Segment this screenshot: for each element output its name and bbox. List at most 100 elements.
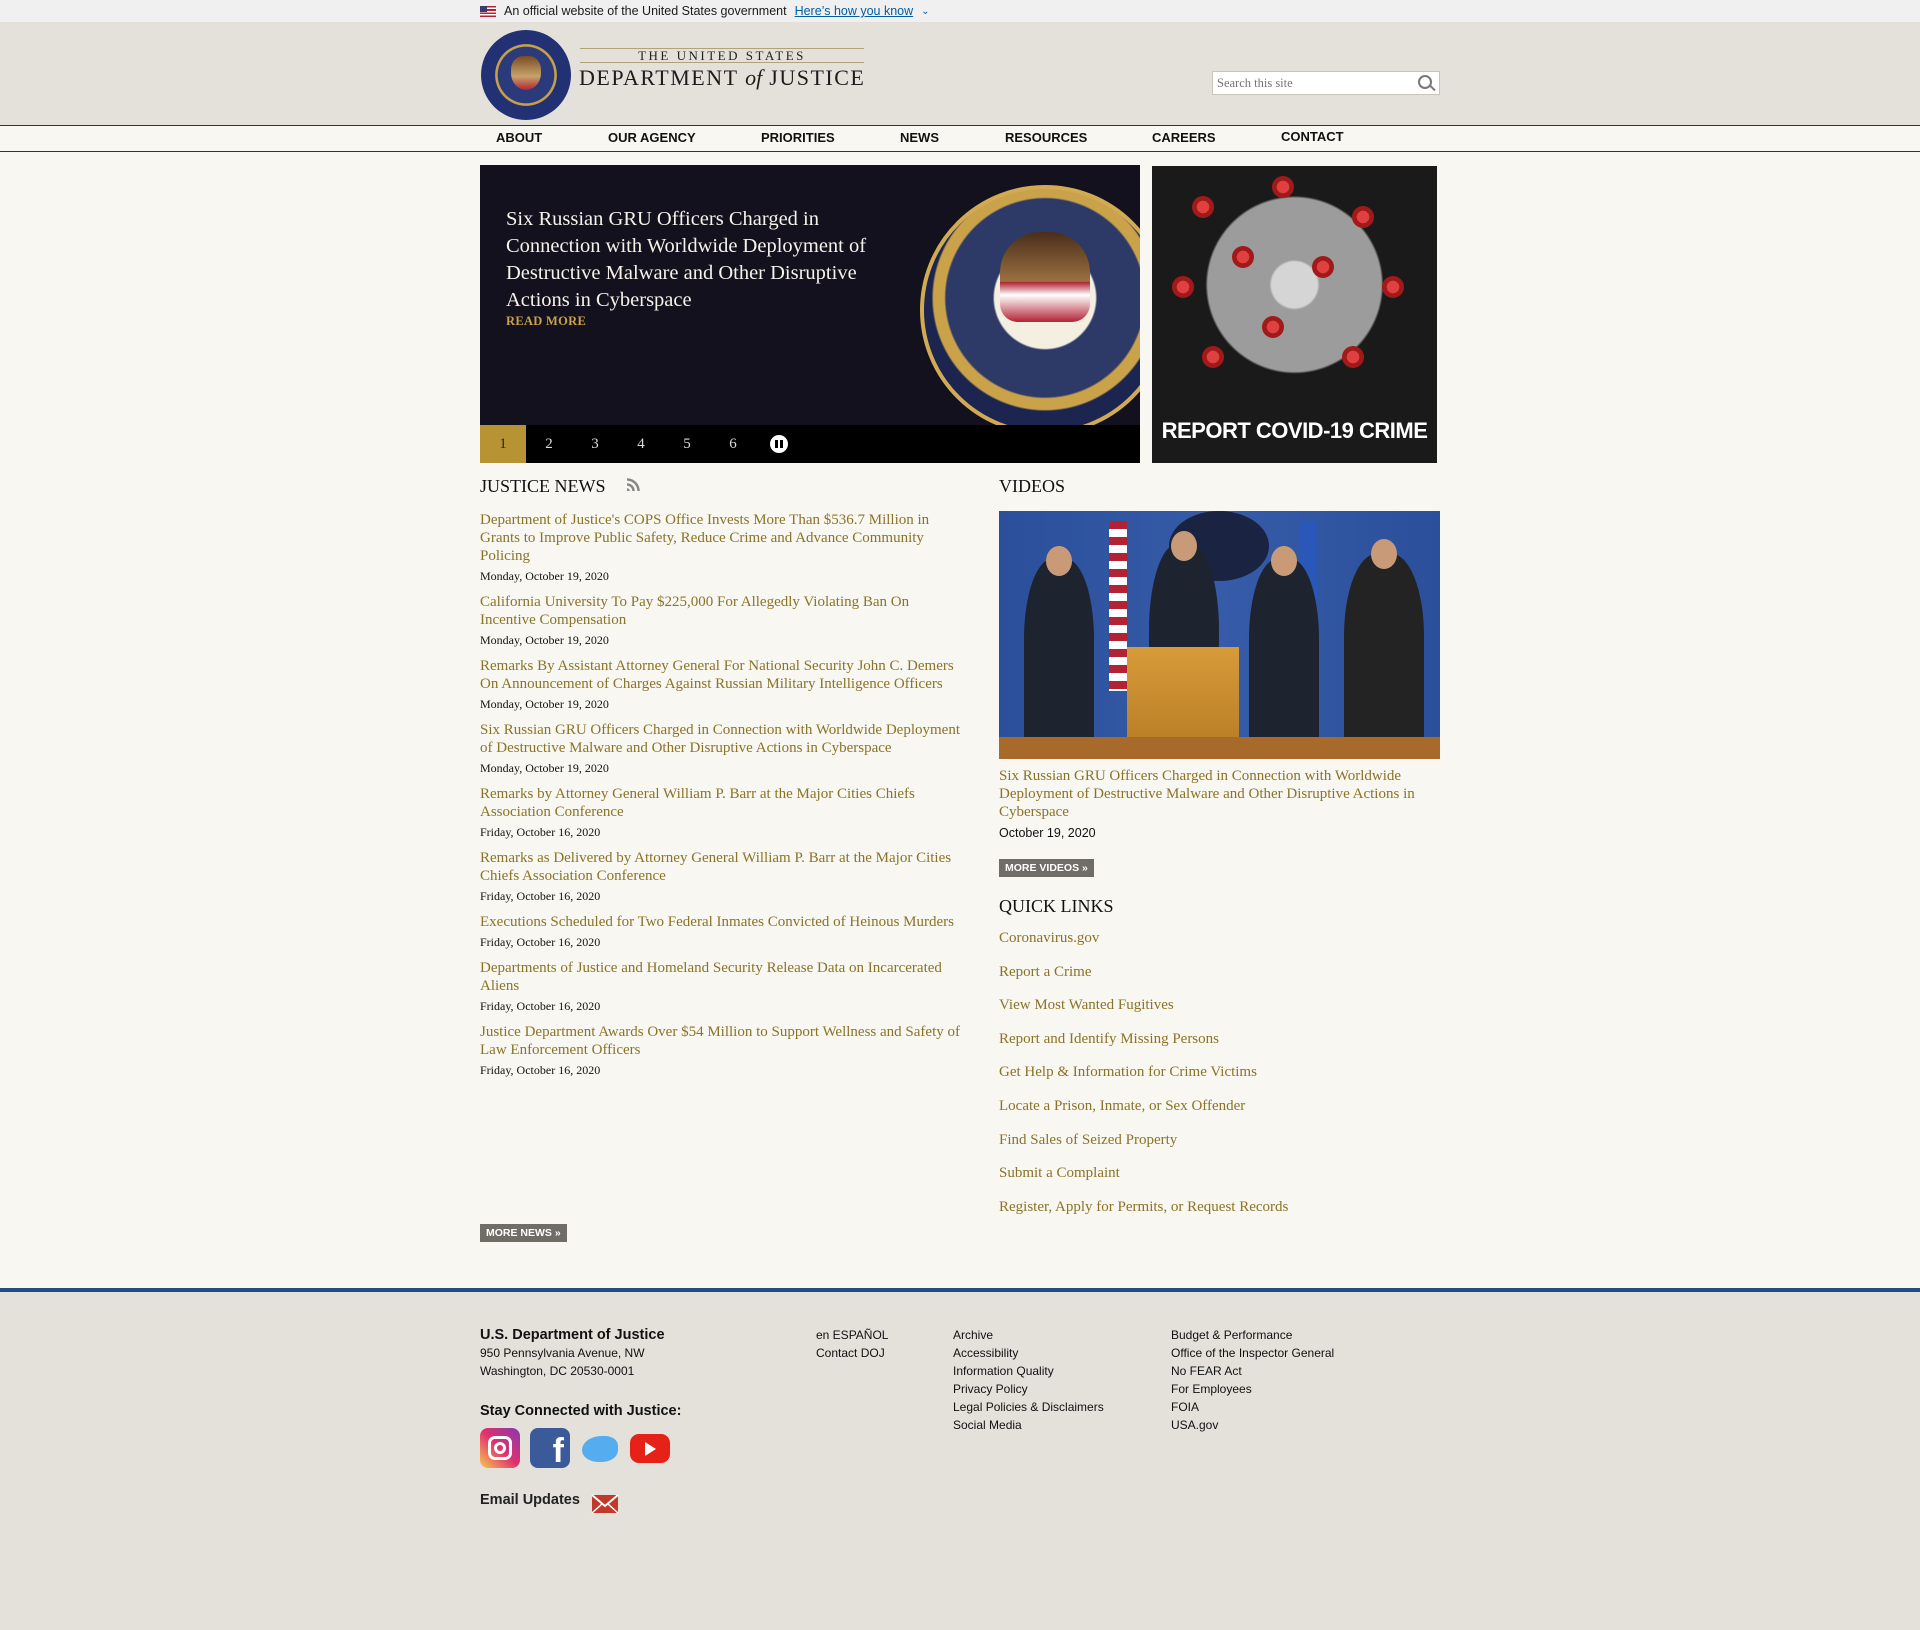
youtube-icon[interactable] bbox=[630, 1434, 670, 1463]
footer-link[interactable]: Social Media bbox=[953, 1416, 1104, 1434]
virus-spike-icon bbox=[1272, 176, 1294, 198]
virus-spike-icon bbox=[1342, 346, 1364, 368]
quick-link[interactable]: View Most Wanted Fugitives bbox=[999, 996, 1444, 1014]
envelope-icon[interactable] bbox=[591, 1491, 619, 1517]
us-flag-icon bbox=[480, 5, 496, 17]
video-caption-link[interactable]: Six Russian GRU Officers Charged in Conn… bbox=[999, 767, 1444, 821]
nav-resources[interactable]: Resources bbox=[1005, 130, 1087, 145]
twitter-icon[interactable] bbox=[580, 1428, 620, 1468]
virus-spike-icon bbox=[1172, 276, 1194, 298]
footer-link[interactable]: FOIA bbox=[1171, 1398, 1334, 1416]
chevron-down-icon[interactable]: ⌄ bbox=[921, 6, 929, 17]
news-title-link[interactable]: California University To Pay $225,000 Fo… bbox=[480, 593, 960, 629]
news-title-link[interactable]: Departments of Justice and Homeland Secu… bbox=[480, 959, 960, 995]
how-you-know-link[interactable]: Here’s how you know bbox=[795, 4, 914, 18]
quick-link[interactable]: Submit a Complaint bbox=[999, 1164, 1444, 1182]
logo-main-text[interactable]: DEPARTMENT of JUSTICE bbox=[579, 65, 865, 91]
news-title-link[interactable]: Remarks By Assistant Attorney General Fo… bbox=[480, 657, 960, 693]
video-date: October 19, 2020 bbox=[999, 826, 1096, 840]
virus-spike-icon bbox=[1312, 256, 1334, 278]
virus-spike-icon bbox=[1192, 196, 1214, 218]
list-item: Executions Scheduled for Two Federal Inm… bbox=[480, 913, 960, 950]
hero-page-1[interactable]: 1 bbox=[480, 425, 526, 463]
news-title-link[interactable]: Six Russian GRU Officers Charged in Conn… bbox=[480, 721, 960, 757]
footer-link[interactable]: No FEAR Act bbox=[1171, 1362, 1334, 1380]
nav-our-agency[interactable]: Our Agency bbox=[608, 130, 696, 145]
quick-link[interactable]: Coronavirus.gov bbox=[999, 929, 1444, 947]
footer-link[interactable]: Information Quality bbox=[953, 1362, 1104, 1380]
hero-gutter bbox=[1140, 160, 1152, 470]
nav-news[interactable]: News bbox=[900, 130, 939, 145]
footer-col-3: Budget & Performance Office of the Inspe… bbox=[1171, 1326, 1334, 1434]
quick-link[interactable]: Get Help & Information for Crime Victims bbox=[999, 1063, 1444, 1081]
hero-page-5[interactable]: 5 bbox=[664, 425, 710, 463]
footer-org-name: U.S. Department of Justice bbox=[480, 1327, 665, 1343]
quick-link[interactable]: Find Sales of Seized Property bbox=[999, 1131, 1444, 1149]
video-thumbnail[interactable] bbox=[999, 511, 1440, 759]
news-title-link[interactable]: Executions Scheduled for Two Federal Inm… bbox=[480, 913, 960, 931]
news-date: Monday, October 19, 2020 bbox=[480, 633, 609, 647]
gov-banner-text: An official website of the United States… bbox=[504, 4, 787, 18]
quick-link[interactable]: Report a Crime bbox=[999, 963, 1444, 981]
covid-banner-text[interactable]: REPORT COVID-19 CRIME bbox=[1152, 418, 1437, 444]
person-figure bbox=[1024, 559, 1094, 759]
logo-top-text[interactable]: THE UNITED STATES bbox=[580, 48, 864, 63]
search-icon[interactable] bbox=[1418, 75, 1432, 89]
hero-page-3[interactable]: 3 bbox=[572, 425, 618, 463]
doj-seal-icon[interactable] bbox=[481, 30, 571, 120]
quick-link[interactable]: Locate a Prison, Inmate, or Sex Offender bbox=[999, 1097, 1444, 1115]
footer-link[interactable]: Contact DOJ bbox=[816, 1344, 888, 1362]
news-date: Monday, October 19, 2020 bbox=[480, 569, 609, 583]
virus-spike-icon bbox=[1262, 316, 1284, 338]
pause-icon bbox=[770, 435, 788, 453]
hero-page-2[interactable]: 2 bbox=[526, 425, 572, 463]
footer-link[interactable]: Budget & Performance bbox=[1171, 1326, 1334, 1344]
footer-link[interactable]: Office of the Inspector General bbox=[1171, 1344, 1334, 1362]
virus-spike-icon bbox=[1232, 246, 1254, 268]
news-title-link[interactable]: Department of Justice's COPS Office Inve… bbox=[480, 511, 960, 565]
nav-priorities[interactable]: Priorities bbox=[761, 130, 835, 145]
logo-word-department: DEPARTMENT bbox=[579, 65, 739, 90]
list-item: Departments of Justice and Homeland Secu… bbox=[480, 959, 960, 1014]
instagram-icon[interactable] bbox=[480, 1428, 520, 1468]
footer-link[interactable]: Legal Policies & Disclaimers bbox=[953, 1398, 1104, 1416]
us-flag-image bbox=[1109, 521, 1127, 691]
hero-pager: 1 2 3 4 5 6 bbox=[480, 425, 1140, 463]
hero-page-4[interactable]: 4 bbox=[618, 425, 664, 463]
virus-spike-icon bbox=[1202, 346, 1224, 368]
news-list: Department of Justice's COPS Office Inve… bbox=[480, 511, 960, 1087]
search-input[interactable] bbox=[1212, 71, 1440, 95]
rss-icon[interactable] bbox=[627, 478, 640, 491]
footer-link[interactable]: USA.gov bbox=[1171, 1416, 1334, 1434]
nav-careers[interactable]: Careers bbox=[1152, 130, 1216, 145]
quick-link[interactable]: Register, Apply for Permits, or Request … bbox=[999, 1198, 1444, 1216]
hero-title[interactable]: Six Russian GRU Officers Charged in Conn… bbox=[506, 206, 886, 314]
news-title-link[interactable]: Remarks as Delivered by Attorney General… bbox=[480, 849, 960, 885]
facebook-icon[interactable]: f bbox=[530, 1428, 570, 1470]
news-date: Friday, October 16, 2020 bbox=[480, 825, 601, 839]
footer-address-line2: Washington, DC 20530-0001 bbox=[480, 1364, 635, 1378]
more-videos-button[interactable]: MORE VIDEOS » bbox=[999, 859, 1094, 877]
person-head bbox=[1271, 546, 1297, 576]
footer-link[interactable]: en ESPAÑOL bbox=[816, 1326, 888, 1344]
hero-read-more-link[interactable]: READ MORE bbox=[506, 314, 586, 329]
footer-link[interactable]: Privacy Policy bbox=[953, 1380, 1104, 1398]
news-title-link[interactable]: Justice Department Awards Over $54 Milli… bbox=[480, 1023, 960, 1059]
more-news-button[interactable]: MORE NEWS » bbox=[480, 1224, 567, 1242]
footer-address: U.S. Department of Justice 950 Pennsylva… bbox=[480, 1326, 665, 1380]
main-nav bbox=[0, 125, 1920, 152]
hero-pause-button[interactable] bbox=[756, 425, 802, 463]
footer-link[interactable]: Archive bbox=[953, 1326, 1104, 1344]
hero-page-6[interactable]: 6 bbox=[710, 425, 756, 463]
footer-link[interactable]: For Employees bbox=[1171, 1380, 1334, 1398]
email-updates-link[interactable]: Email Updates bbox=[480, 1491, 580, 1509]
logo-word-of: of bbox=[745, 65, 763, 90]
list-item: Department of Justice's COPS Office Inve… bbox=[480, 511, 960, 584]
quick-link[interactable]: Report and Identify Missing Persons bbox=[999, 1030, 1444, 1048]
virus-spike-icon bbox=[1382, 276, 1404, 298]
list-item: Six Russian GRU Officers Charged in Conn… bbox=[480, 721, 960, 776]
nav-contact[interactable]: Contact bbox=[1281, 129, 1344, 144]
footer-link[interactable]: Accessibility bbox=[953, 1344, 1104, 1362]
nav-about[interactable]: About bbox=[496, 130, 542, 145]
news-title-link[interactable]: Remarks by Attorney General William P. B… bbox=[480, 785, 960, 821]
